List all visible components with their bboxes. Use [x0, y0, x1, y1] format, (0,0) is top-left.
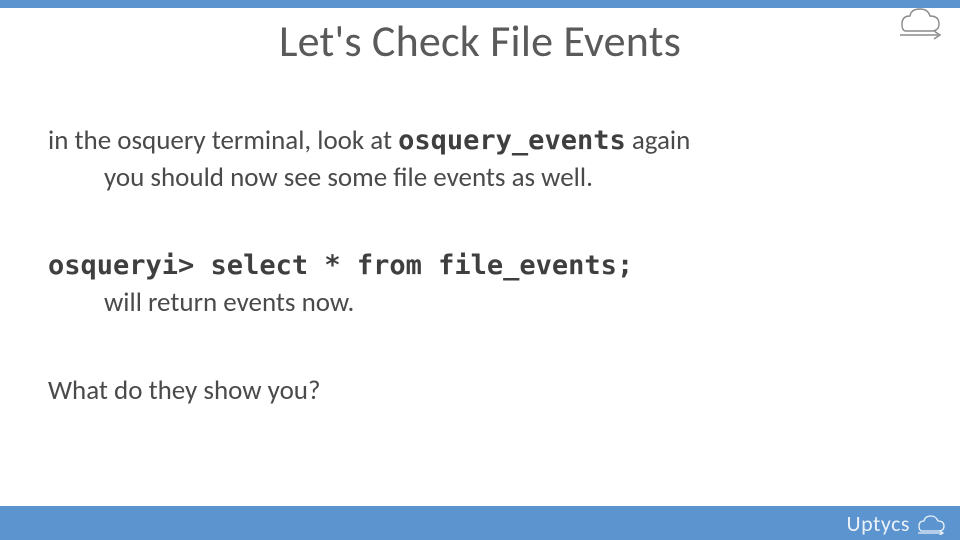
bottom-accent-bar: [0, 506, 960, 540]
command-line: osqueryi> select * from file_events;: [48, 249, 912, 284]
question-text: What do they show you?: [48, 374, 321, 407]
intro-text-post: again: [626, 124, 691, 157]
intro-text-pre: in the osquery terminal, look at: [48, 124, 398, 157]
brand-logo: Uptycs: [846, 510, 946, 537]
intro-line: in the osquery terminal, look at osquery…: [48, 124, 912, 159]
top-accent-bar: [0, 0, 960, 8]
command-block: osqueryi> select * from file_events; wil…: [48, 249, 912, 320]
command-subline: will return events now.: [104, 286, 912, 321]
intro-subline: you should now see some file events as w…: [104, 161, 912, 196]
slide-body: in the osquery terminal, look at osquery…: [48, 124, 912, 409]
osquery-events-keyword: osquery_events: [398, 125, 626, 156]
slide-title: Let's Check File Events: [0, 14, 960, 68]
question-line: What do they show you?: [48, 374, 912, 409]
cloud-icon: [914, 513, 946, 535]
brand-name: Uptycs: [846, 510, 910, 537]
